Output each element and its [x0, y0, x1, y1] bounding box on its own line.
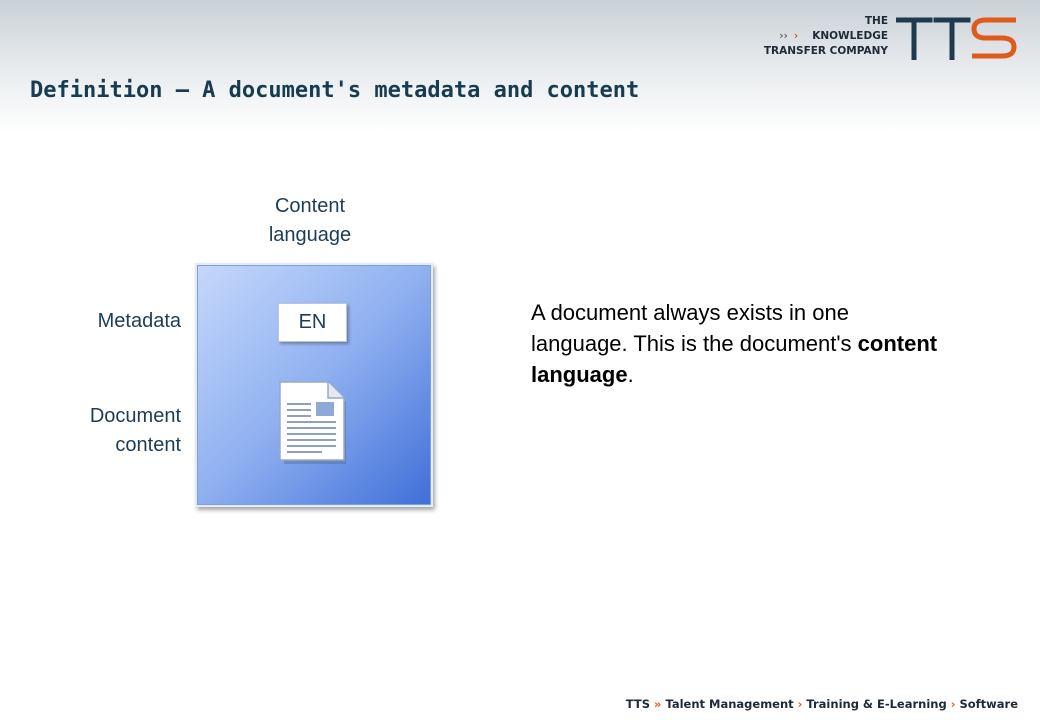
footer-tagline: TTS» Talent Management › Training & E-Learn… [626, 697, 1018, 711]
footer-brand: TTS [625, 697, 651, 711]
chevron-icon: › [797, 697, 803, 711]
logo-line-knowledge: ›› › KNOWLEDGE [779, 30, 888, 42]
chevron-icon: › [950, 697, 956, 711]
language-badge: EN [278, 303, 347, 342]
logo-line-transfer: TRANSFER COMPANY [763, 45, 888, 57]
content-language-label: Content language [268, 195, 352, 246]
document-content-label: Document content [89, 405, 181, 456]
tts-logo-icon [896, 17, 1017, 60]
logo-tagline: THE ›› › KNOWLEDGE TRANSFER COMPANY [764, 14, 888, 59]
chevron-icon: ›› [779, 30, 788, 42]
double-chevron-icon: » [654, 697, 662, 711]
description-text: A document always exists in one language… [531, 300, 938, 387]
footer-item-training: Training & E-Learning [806, 697, 947, 711]
metadata-label: Metadata [97, 310, 181, 332]
logo-line-the: THE [864, 15, 888, 27]
footer-item-talent: Talent Management [665, 697, 794, 711]
footer-item-software: Software [959, 697, 1018, 711]
page-title: Definition – A document's metadata and c… [30, 78, 640, 103]
chevron-accent-icon: › [793, 30, 799, 42]
document-icon [279, 381, 346, 464]
